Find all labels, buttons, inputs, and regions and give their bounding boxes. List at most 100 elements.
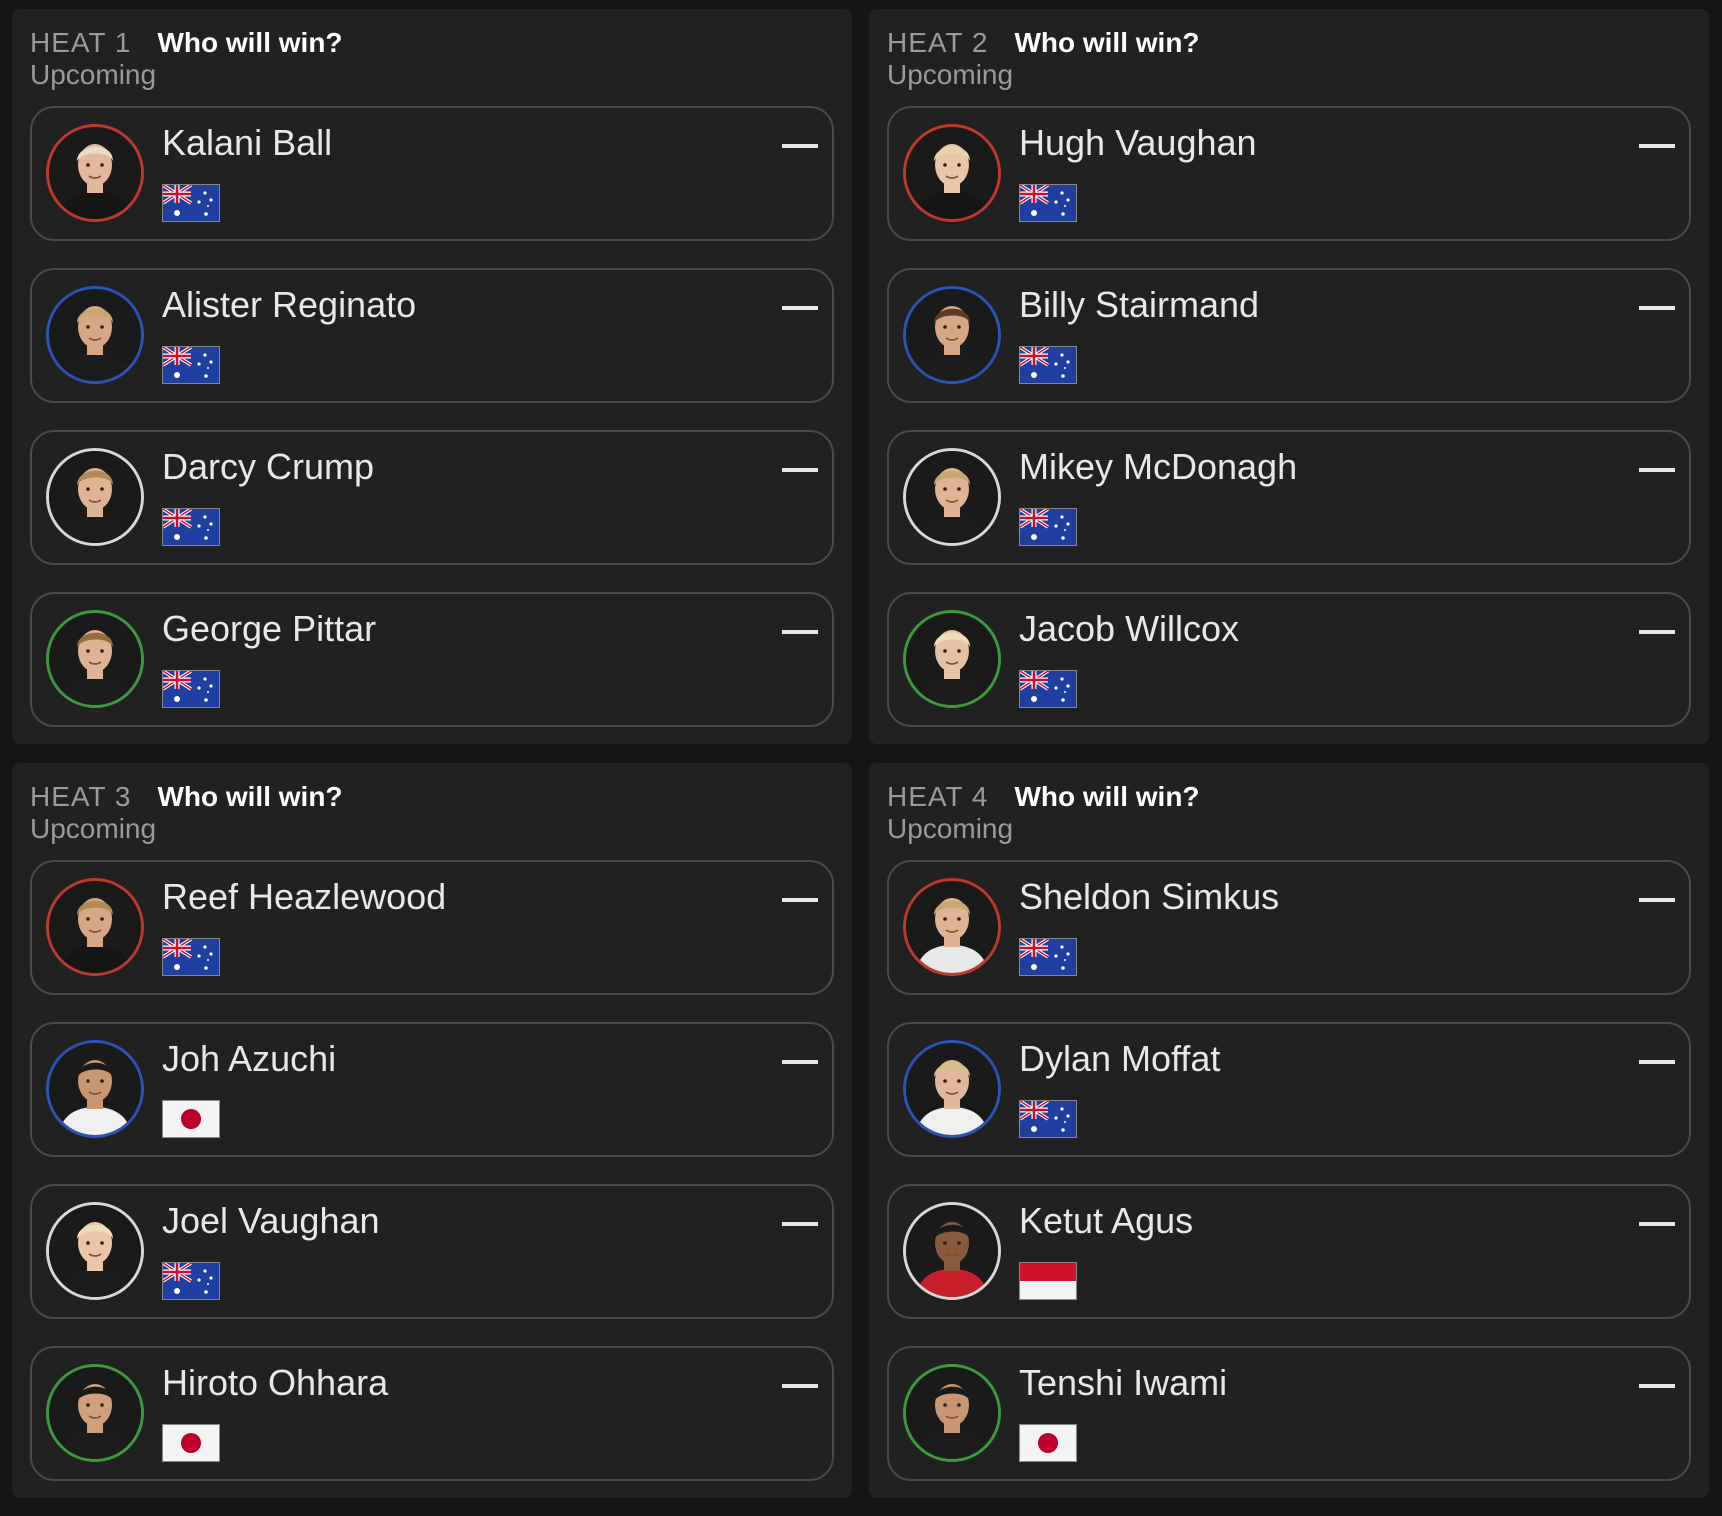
heat-panel-1: HEAT 1 Who will win? Upcoming Kalani Bal… [12, 9, 852, 744]
surfer-card[interactable]: Sheldon Simkus [887, 860, 1691, 995]
country-flag-icon [162, 670, 220, 708]
surfer-card[interactable]: Dylan Moffat [887, 1022, 1691, 1157]
surfer-card[interactable]: Joh Azuchi [30, 1022, 834, 1157]
surfer-card[interactable]: George Pittar [30, 592, 834, 727]
heat-header: HEAT 1 Who will win? [30, 27, 343, 63]
heat-status: Upcoming [30, 59, 157, 90]
country-flag-icon [162, 1262, 220, 1300]
country-flag-icon [162, 184, 220, 222]
surfer-card[interactable]: Tenshi Iwami [887, 1346, 1691, 1481]
surfer-card[interactable]: Kalani Ball [30, 106, 834, 241]
country-flag-icon [1019, 508, 1077, 546]
pick-dash-icon [1639, 630, 1675, 634]
heat-question: Who will win? [157, 27, 343, 58]
heat-panel-3: HEAT 3 Who will win? Upcoming Reef Heazl… [12, 763, 852, 1498]
country-flag-icon [162, 1424, 220, 1462]
surfer-card[interactable]: Hugh Vaughan [887, 106, 1691, 241]
surfer-name: George Pittar [162, 608, 377, 649]
heat-panel-4: HEAT 4 Who will win? Upcoming Sheldon Si… [869, 763, 1709, 1498]
heat-header: HEAT 2 Who will win? [887, 27, 1200, 63]
surfer-avatar [46, 286, 144, 384]
pick-dash-icon [1639, 1222, 1675, 1226]
country-flag-icon [1019, 346, 1077, 384]
surfer-avatar [903, 1202, 1001, 1300]
country-flag-icon [1019, 670, 1077, 708]
surfer-name: Dylan Moffat [1019, 1038, 1221, 1079]
surfer-card[interactable]: Darcy Crump [30, 430, 834, 565]
surfer-card[interactable]: Jacob Willcox [887, 592, 1691, 727]
surfer-name: Ketut Agus [1019, 1200, 1194, 1241]
pick-dash-icon [1639, 898, 1675, 902]
surfer-avatar [46, 610, 144, 708]
pick-dash-icon [1639, 306, 1675, 310]
surfer-card[interactable]: Joel Vaughan [30, 1184, 834, 1319]
pick-dash-icon [782, 468, 818, 472]
pick-dash-icon [782, 898, 818, 902]
heat-label: HEAT 2 [887, 27, 989, 58]
pick-dash-icon [782, 1060, 818, 1064]
surfer-avatar [46, 124, 144, 222]
surfer-card[interactable]: Ketut Agus [887, 1184, 1691, 1319]
country-flag-icon [162, 1100, 220, 1138]
heats-grid: HEAT 1 Who will win? Upcoming Kalani Bal… [0, 0, 1722, 1516]
surfer-name: Reef Heazlewood [162, 876, 447, 917]
pick-dash-icon [1639, 144, 1675, 148]
surfer-avatar [903, 1040, 1001, 1138]
surfer-avatar [903, 286, 1001, 384]
country-flag-icon [1019, 1262, 1077, 1300]
surfer-avatar [46, 1040, 144, 1138]
surfer-name: Hiroto Ohhara [162, 1362, 389, 1403]
surfer-card[interactable]: Alister Reginato [30, 268, 834, 403]
surfer-card[interactable]: Mikey McDonagh [887, 430, 1691, 565]
surfer-name: Jacob Willcox [1019, 608, 1240, 649]
heat-header: HEAT 4 Who will win? [887, 781, 1200, 817]
heat-header: HEAT 3 Who will win? [30, 781, 343, 817]
heat-panel-2: HEAT 2 Who will win? Upcoming Hugh Vaugh… [869, 9, 1709, 744]
pick-dash-icon [1639, 468, 1675, 472]
country-flag-icon [162, 508, 220, 546]
surfer-avatar [46, 1202, 144, 1300]
pick-dash-icon [782, 306, 818, 310]
surfer-name: Joel Vaughan [162, 1200, 380, 1241]
surfer-avatar [903, 610, 1001, 708]
surfer-name: Kalani Ball [162, 122, 333, 163]
heat-question: Who will win? [1014, 27, 1200, 58]
pick-dash-icon [1639, 1384, 1675, 1388]
heat-label: HEAT 1 [30, 27, 132, 58]
surfer-name: Billy Stairmand [1019, 284, 1260, 325]
country-flag-icon [1019, 938, 1077, 976]
surfer-name: Alister Reginato [162, 284, 417, 325]
surfer-avatar [903, 124, 1001, 222]
heat-status: Upcoming [887, 59, 1014, 90]
pick-dash-icon [782, 1222, 818, 1226]
surfer-avatar [46, 1364, 144, 1462]
heat-question: Who will win? [157, 781, 343, 812]
surfer-avatar [903, 878, 1001, 976]
country-flag-icon [1019, 1424, 1077, 1462]
surfer-avatar [903, 448, 1001, 546]
pick-dash-icon [782, 144, 818, 148]
heat-status: Upcoming [887, 813, 1014, 844]
heat-label: HEAT 4 [887, 781, 989, 812]
country-flag-icon [162, 938, 220, 976]
surfer-name: Sheldon Simkus [1019, 876, 1280, 917]
country-flag-icon [1019, 1100, 1077, 1138]
surfer-name: Darcy Crump [162, 446, 375, 487]
country-flag-icon [162, 346, 220, 384]
surfer-name: Mikey McDonagh [1019, 446, 1298, 487]
surfer-avatar [903, 1364, 1001, 1462]
surfer-card[interactable]: Hiroto Ohhara [30, 1346, 834, 1481]
heat-question: Who will win? [1014, 781, 1200, 812]
surfer-card[interactable]: Billy Stairmand [887, 268, 1691, 403]
heat-label: HEAT 3 [30, 781, 132, 812]
surfer-name: Joh Azuchi [162, 1038, 337, 1079]
heat-status: Upcoming [30, 813, 157, 844]
country-flag-icon [1019, 184, 1077, 222]
surfer-avatar [46, 448, 144, 546]
surfer-name: Hugh Vaughan [1019, 122, 1257, 163]
pick-dash-icon [782, 1384, 818, 1388]
pick-dash-icon [782, 630, 818, 634]
surfer-card[interactable]: Reef Heazlewood [30, 860, 834, 995]
surfer-avatar [46, 878, 144, 976]
pick-dash-icon [1639, 1060, 1675, 1064]
